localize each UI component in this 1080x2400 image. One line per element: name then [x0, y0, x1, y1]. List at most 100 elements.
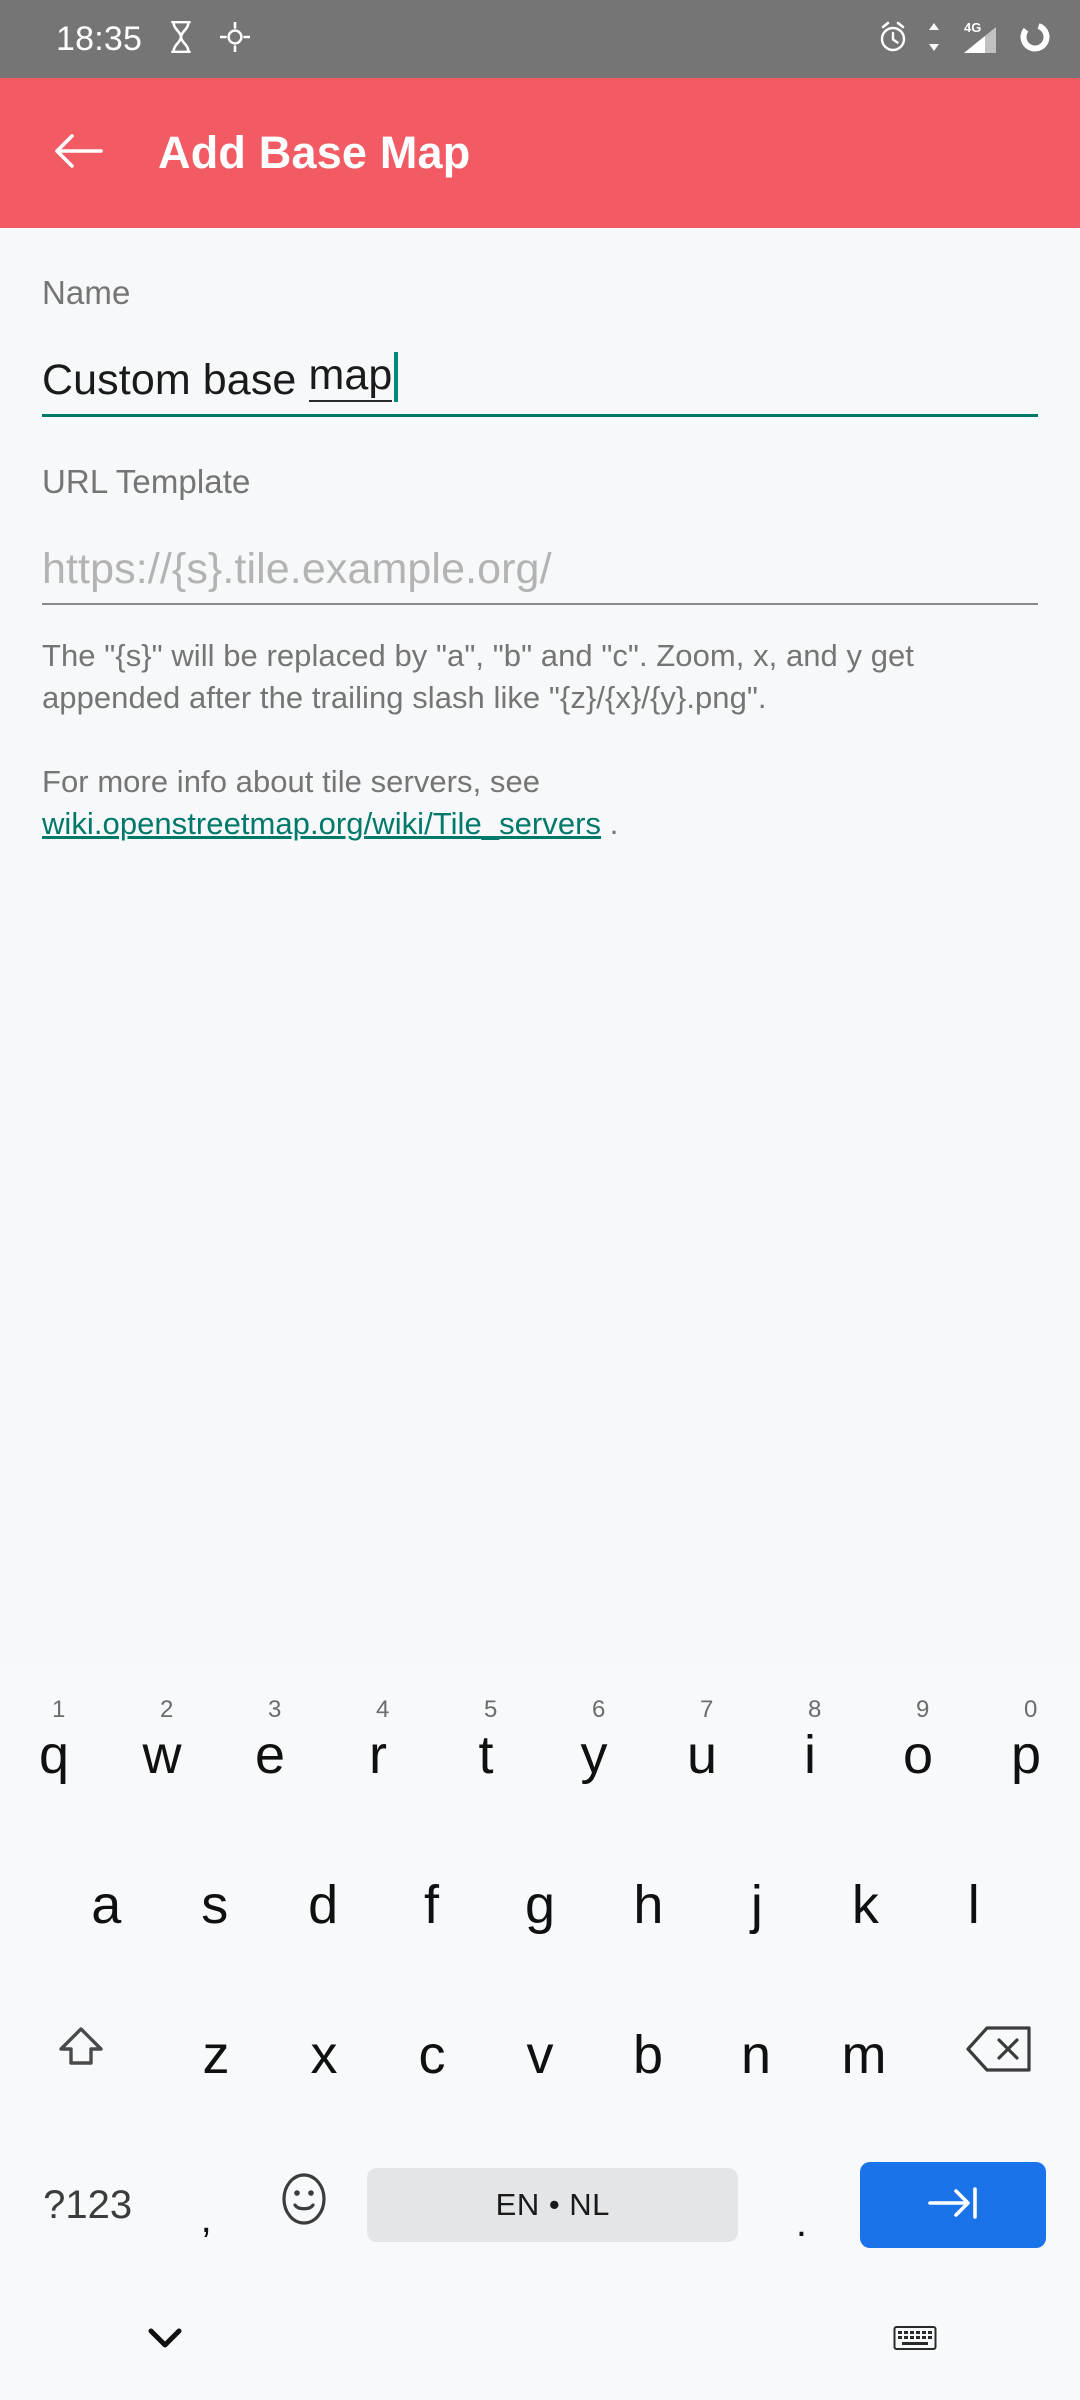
- key-c[interactable]: c: [378, 1980, 486, 2130]
- key-k[interactable]: k: [811, 1830, 919, 1980]
- key-label: ,: [200, 2197, 212, 2241]
- name-input-composing-text: map: [308, 354, 393, 402]
- key-label: f: [424, 1875, 440, 1935]
- key-a[interactable]: a: [52, 1830, 160, 1980]
- key-b[interactable]: b: [594, 1980, 702, 2130]
- shift-arrow-icon: [53, 2021, 109, 2090]
- tile-servers-wiki-link[interactable]: wiki.openstreetmap.org/wiki/Tile_servers: [42, 806, 601, 841]
- key-t[interactable]: 5t: [432, 1680, 540, 1830]
- key-n[interactable]: n: [702, 1980, 810, 2130]
- key-label: r: [369, 1725, 387, 1785]
- key-label: z: [202, 2025, 230, 2085]
- alarm-clock-icon: [876, 20, 910, 59]
- key-u[interactable]: 7u: [648, 1680, 756, 1830]
- key-s[interactable]: s: [160, 1830, 268, 1980]
- key-label: m: [841, 2025, 887, 2085]
- key-hint: 2: [160, 1696, 174, 1723]
- arrow-left-icon: [52, 131, 104, 176]
- key-label: h: [633, 1875, 664, 1935]
- emoji-smiley-icon: [278, 2171, 330, 2240]
- key-label: s: [201, 1875, 229, 1935]
- key-label: y: [580, 1725, 608, 1785]
- key-r[interactable]: 4r: [324, 1680, 432, 1830]
- signal-bars-icon: 4G: [958, 19, 1002, 60]
- key-hint: 9: [916, 1696, 930, 1723]
- emoji-key[interactable]: [255, 2130, 353, 2280]
- key-hint: 4: [376, 1696, 390, 1723]
- key-z[interactable]: z: [162, 1980, 270, 2130]
- key-d[interactable]: d: [269, 1830, 377, 1980]
- back-button[interactable]: [50, 125, 106, 181]
- key-o[interactable]: 9o: [864, 1680, 972, 1830]
- on-screen-keyboard: 1q 2w 3e 4r 5t 6y 7u 8i 9o 0p a s d f g …: [0, 1666, 1080, 2280]
- battery-ring-icon: [1018, 20, 1052, 59]
- helper-text-more-info-suffix: .: [601, 806, 619, 842]
- key-label: k: [851, 1875, 879, 1935]
- hide-keyboard-button[interactable]: [130, 2305, 200, 2375]
- key-p[interactable]: 0p: [972, 1680, 1080, 1830]
- key-q[interactable]: 1q: [0, 1680, 108, 1830]
- svg-text:4G: 4G: [964, 20, 981, 35]
- helper-text-more-info-prefix: For more info about tile servers, see: [42, 764, 541, 800]
- symbols-key[interactable]: ?123: [18, 2130, 157, 2280]
- space-key[interactable]: EN • NL: [353, 2130, 752, 2280]
- helper-text-tokens: The "{s}" will be replaced by "a", "b" a…: [42, 638, 914, 716]
- form-body: Name Custom base map URL Template https:…: [0, 228, 1080, 1666]
- key-label: ?123: [43, 2182, 133, 2227]
- key-label: u: [686, 1725, 718, 1785]
- backspace-key[interactable]: [918, 1980, 1080, 2130]
- key-label: c: [418, 2025, 446, 2085]
- text-cursor: [394, 352, 399, 402]
- app-bar: Add Base Map: [0, 78, 1080, 228]
- name-input[interactable]: Custom base map: [42, 322, 1038, 414]
- key-label: n: [740, 2025, 772, 2085]
- key-i[interactable]: 8i: [756, 1680, 864, 1830]
- key-x[interactable]: x: [270, 1980, 378, 2130]
- key-label: a: [91, 1875, 122, 1935]
- key-label: l: [967, 1875, 980, 1935]
- key-f[interactable]: f: [377, 1830, 485, 1980]
- space-key-label: EN • NL: [367, 2168, 739, 2242]
- app-screen: 18:35 4G Add Base Map Name Custom base m…: [0, 0, 1080, 2400]
- key-l[interactable]: l: [920, 1830, 1028, 1980]
- enter-key[interactable]: [850, 2130, 1062, 2280]
- hourglass-icon: [168, 20, 194, 58]
- switch-keyboard-button[interactable]: [880, 2305, 950, 2375]
- period-key[interactable]: .: [752, 2130, 850, 2280]
- enter-arrow-icon: [926, 2174, 980, 2236]
- key-label: b: [632, 2025, 664, 2085]
- key-label: i: [804, 1725, 816, 1785]
- status-bar-right: 4G: [876, 19, 1052, 60]
- status-bar-left: 18:35: [56, 19, 251, 59]
- chevron-down-icon: [145, 2324, 185, 2357]
- key-hint: 1: [52, 1696, 66, 1723]
- key-j[interactable]: j: [703, 1830, 811, 1980]
- enter-key-surface: [860, 2162, 1046, 2248]
- url-input-placeholder: https://{s}.tile.example.org/: [42, 545, 552, 593]
- comma-key[interactable]: ,: [157, 2130, 255, 2280]
- keyboard-row-3: z x c v b n m: [0, 1980, 1080, 2130]
- keyboard-row-4: ?123 , EN • NL .: [0, 2130, 1080, 2280]
- key-w[interactable]: 2w: [108, 1680, 216, 1830]
- key-hint: 7: [700, 1696, 714, 1723]
- key-label: p: [1010, 1725, 1042, 1785]
- url-field-label: URL Template: [42, 463, 251, 500]
- name-field-label: Name: [42, 274, 131, 311]
- key-m[interactable]: m: [810, 1980, 918, 2130]
- shift-key[interactable]: [0, 1980, 162, 2130]
- key-e[interactable]: 3e: [216, 1680, 324, 1830]
- key-h[interactable]: h: [594, 1830, 702, 1980]
- key-y[interactable]: 6y: [540, 1680, 648, 1830]
- key-label: t: [478, 1725, 494, 1785]
- status-bar: 18:35 4G: [0, 0, 1080, 78]
- status-time: 18:35: [56, 19, 143, 58]
- key-label: o: [902, 1725, 934, 1785]
- key-hint: 3: [268, 1696, 282, 1723]
- helper-text-more-info: For more info about tile servers, see wi…: [42, 719, 1038, 845]
- url-input[interactable]: https://{s}.tile.example.org/: [42, 511, 1038, 603]
- key-label: x: [310, 2025, 338, 2085]
- key-label: w: [142, 1725, 182, 1785]
- key-v[interactable]: v: [486, 1980, 594, 2130]
- key-label: v: [526, 2025, 554, 2085]
- key-g[interactable]: g: [486, 1830, 594, 1980]
